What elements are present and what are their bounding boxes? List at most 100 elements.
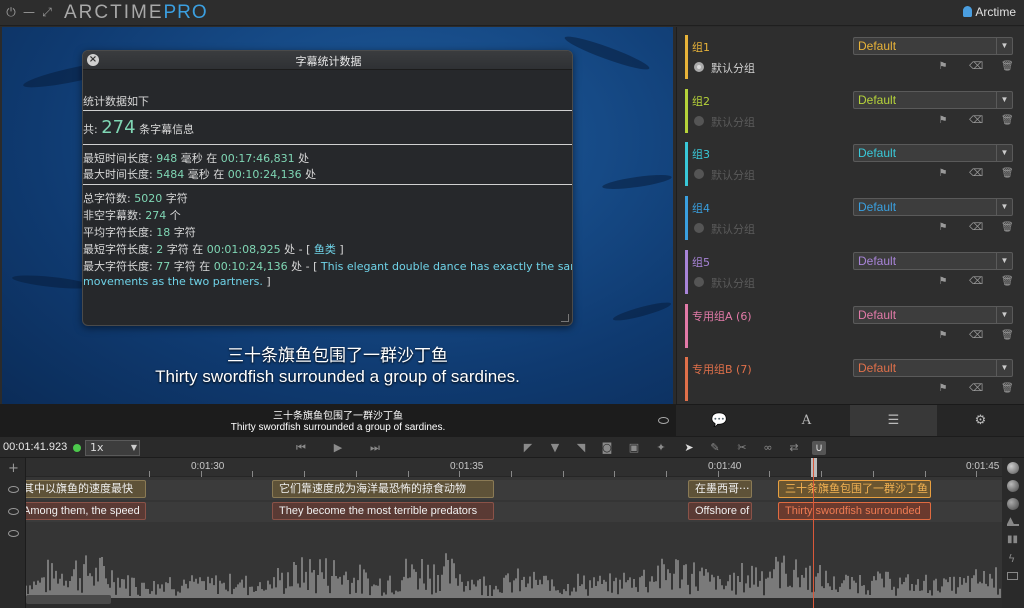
- group-sub-label: 默认分组: [711, 115, 755, 129]
- magic-icon[interactable]: ✦: [654, 441, 668, 455]
- stats-total: 共: 274 条字幕信息: [83, 117, 195, 138]
- zoom-fit-icon[interactable]: [1007, 498, 1019, 510]
- subtitle-block-zh[interactable]: 其中以旗鱼的速度最快: [26, 480, 146, 498]
- gear-icon[interactable]: ⚙: [937, 405, 1024, 437]
- subtitle-block-zh[interactable]: 三十条旗鱼包围了一群沙丁鱼: [778, 480, 931, 498]
- dialog-header[interactable]: × 字幕统计数据: [83, 51, 572, 70]
- swap-icon[interactable]: ⇄: [787, 441, 801, 455]
- subtitle-track-en[interactable]: Among them, the speed They become the mos…: [26, 502, 1002, 522]
- trash-icon[interactable]: 🗑: [1001, 168, 1014, 179]
- trash-icon[interactable]: 🗑: [1001, 115, 1014, 126]
- mark-out-icon[interactable]: ◥: [574, 441, 588, 455]
- mark-in-icon[interactable]: ◤: [521, 441, 535, 455]
- link-icon[interactable]: ∞: [761, 441, 775, 455]
- group-radio[interactable]: [694, 115, 704, 126]
- subtitle-block-en[interactable]: Offshore of: [688, 502, 752, 520]
- zoom-out-icon[interactable]: [1007, 480, 1019, 492]
- subtitle-block-en[interactable]: Among them, the speed: [26, 502, 146, 520]
- group-style-select[interactable]: Default ▼: [853, 305, 1013, 324]
- resize-handle[interactable]: [561, 314, 569, 322]
- flag-icon[interactable]: ⚑: [937, 276, 949, 287]
- trash-icon[interactable]: 🗑: [1001, 330, 1014, 341]
- style-group[interactable]: 专用组B (7) Default ▼ ⚑ ⌫ 🗑: [685, 357, 1017, 404]
- play-icon[interactable]: ▶: [331, 441, 345, 455]
- flag-icon[interactable]: ⚑: [937, 115, 949, 126]
- group-radio[interactable]: [694, 169, 704, 180]
- chevron-down-icon: ▼: [996, 252, 1012, 269]
- trash-icon[interactable]: 🗑: [1001, 276, 1014, 287]
- subtitle-block-en[interactable]: Thirty swordfish surrounded: [778, 502, 931, 520]
- group-name: 专用组A (6): [692, 309, 752, 323]
- scrollbar-thumb[interactable]: [26, 595, 111, 604]
- screen-icon[interactable]: [1007, 572, 1018, 580]
- list-icon[interactable]: ☰: [850, 405, 937, 437]
- group-style-select[interactable]: Default ▼: [853, 144, 1013, 163]
- group-style-select[interactable]: Default ▼: [853, 37, 1013, 55]
- image-icon[interactable]: ▣: [627, 441, 641, 455]
- flag-icon[interactable]: ⚑: [937, 330, 949, 341]
- trash-icon[interactable]: 🗑: [1001, 222, 1014, 233]
- eraser-icon[interactable]: ⌫: [969, 115, 983, 126]
- eraser-icon[interactable]: ⌫: [969, 168, 983, 179]
- maximize-icon[interactable]: ⤢: [40, 5, 54, 19]
- eye-icon[interactable]: [8, 530, 19, 537]
- timeline[interactable]: 0:01:30 0:01:35 0:01:40 0:01:45 其中以旗鱼的速度最快 它…: [26, 458, 1002, 608]
- group-style-select[interactable]: Default ▼: [853, 90, 1013, 109]
- skip-forward-icon[interactable]: ⏭: [368, 441, 382, 455]
- flag-icon[interactable]: ⚑: [937, 168, 949, 179]
- edit-icon[interactable]: ✎: [708, 441, 722, 455]
- style-group[interactable]: 组2 Default ▼ 默认分组 ⚑ ⌫ 🗑: [685, 88, 1017, 136]
- group-style-select[interactable]: Default ▼: [853, 359, 1013, 378]
- subtitle-track-zh[interactable]: 其中以旗鱼的速度最快 它们靠速度成为海洋最恐怖的掠食动物 在墨西哥··· 三十条旗鱼包…: [26, 480, 1002, 500]
- group-style-value: Default: [858, 39, 897, 53]
- trash-icon[interactable]: 🗑: [1001, 383, 1014, 394]
- style-group[interactable]: 组3 Default ▼ 默认分组 ⚑ ⌫ 🗑: [685, 142, 1017, 189]
- style-group[interactable]: 专用组A (6) Default ▼ ⚑ ⌫ 🗑: [685, 303, 1017, 351]
- tick-mark: [510, 471, 512, 477]
- flag-icon[interactable]: ⚑: [937, 61, 949, 72]
- eraser-icon[interactable]: ⌫: [969, 222, 983, 233]
- group-radio[interactable]: [694, 276, 704, 287]
- eraser-icon[interactable]: ⌫: [969, 383, 983, 394]
- playhead-handle[interactable]: [811, 458, 817, 477]
- magnet-icon[interactable]: ∪: [812, 441, 826, 455]
- flag-icon[interactable]: ⚑: [937, 222, 949, 233]
- time-ruler[interactable]: 0:01:30 0:01:35 0:01:40 0:01:45: [26, 458, 1002, 477]
- bars-icon[interactable]: ▮▮: [1007, 534, 1018, 545]
- camera-icon[interactable]: ◙: [600, 441, 614, 455]
- style-group[interactable]: 组1 Default ▼ 默认分组 ⚑ ⌫ 🗑: [685, 35, 1017, 82]
- subtitle-block-en[interactable]: They become the most terrible predators: [272, 502, 494, 520]
- cursor-icon[interactable]: ➤: [682, 441, 696, 455]
- subtitle-block-zh[interactable]: 它们靠速度成为海洋最恐怖的掠食动物: [272, 480, 494, 498]
- subtitle-block-zh[interactable]: 在墨西哥···: [688, 480, 752, 498]
- chart-icon[interactable]: ▲: [1007, 516, 1019, 526]
- style-group[interactable]: 组5 Default ▼ 默认分组 ⚑ ⌫ 🗑: [685, 249, 1017, 297]
- add-track-icon[interactable]: +: [8, 461, 19, 476]
- style-group[interactable]: 组4 Default ▼ 默认分组 ⚑ ⌫ 🗑: [685, 196, 1017, 243]
- eraser-icon[interactable]: ⌫: [969, 276, 983, 287]
- mark-down-icon[interactable]: ▼: [548, 441, 562, 455]
- group-style-select[interactable]: Default ▼: [853, 251, 1013, 270]
- group-radio[interactable]: [694, 62, 704, 72]
- scrollbar[interactable]: [26, 598, 1002, 608]
- eraser-icon[interactable]: ⌫: [969, 330, 983, 341]
- power-icon[interactable]: ⏻: [4, 5, 18, 19]
- lightning-icon[interactable]: ϟ: [1008, 552, 1015, 565]
- font-icon[interactable]: A: [763, 405, 850, 437]
- group-radio[interactable]: [694, 223, 704, 234]
- eye-icon[interactable]: [8, 508, 19, 515]
- scissors-icon[interactable]: ✂: [735, 441, 749, 455]
- skip-back-icon[interactable]: ⏮: [294, 441, 308, 455]
- zoom-in-icon[interactable]: [1007, 462, 1019, 474]
- audio-waveform[interactable]: [26, 524, 1002, 598]
- speed-select[interactable]: 1x ▼: [85, 440, 140, 456]
- eye-icon[interactable]: [8, 486, 19, 493]
- eraser-icon[interactable]: ⌫: [969, 61, 983, 72]
- minimize-icon[interactable]: —: [22, 5, 36, 19]
- trash-icon[interactable]: 🗑: [1001, 61, 1014, 72]
- eye-icon[interactable]: [658, 417, 669, 424]
- flag-icon[interactable]: ⚑: [937, 383, 949, 394]
- user-account[interactable]: Arctime: [963, 5, 1016, 19]
- group-style-select[interactable]: Default ▼: [853, 198, 1013, 217]
- chat-icon[interactable]: 💬: [676, 405, 763, 437]
